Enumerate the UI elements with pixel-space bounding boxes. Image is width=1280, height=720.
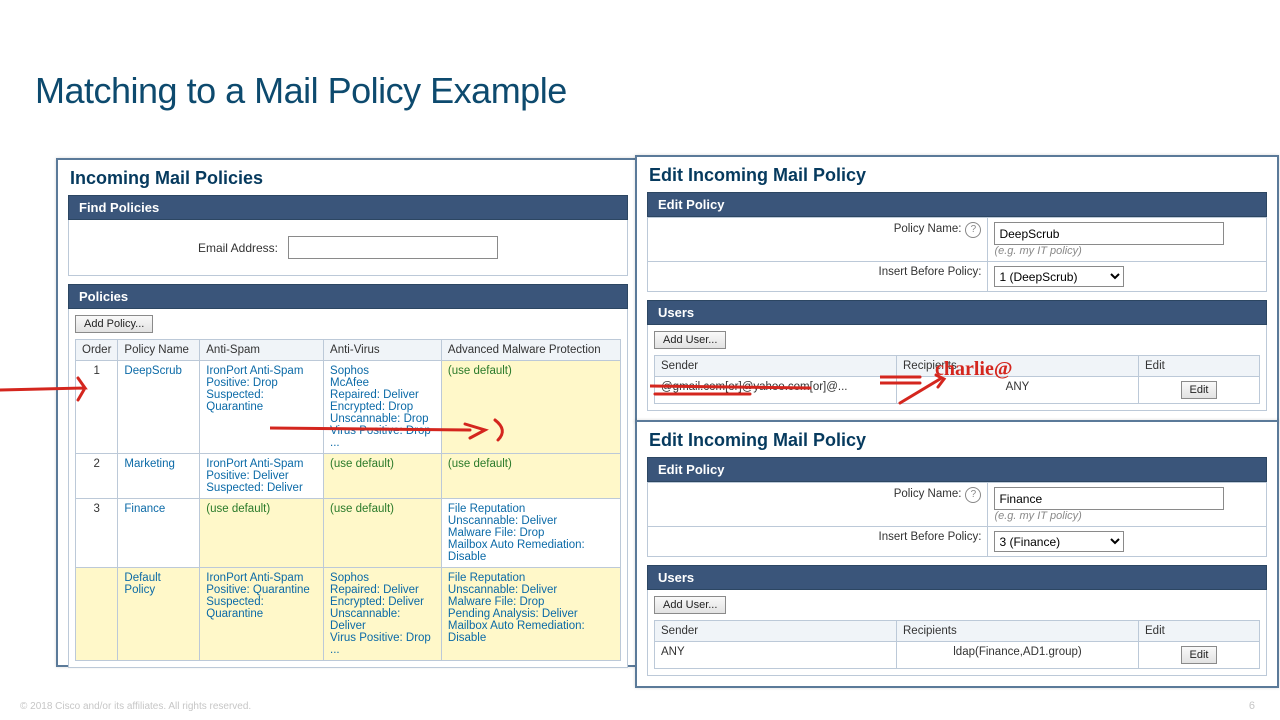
policy-name-link[interactable]: Default Policy: [124, 572, 160, 596]
footer-copyright: © 2018 Cisco and/or its affiliates. All …: [20, 701, 251, 712]
sender-col-header: Sender: [655, 621, 897, 642]
find-policies-bar: Find Policies: [68, 195, 628, 220]
page-number: 6: [1249, 700, 1255, 712]
table-row: Default Policy IronPort Anti-SpamPositive…: [76, 568, 621, 661]
table-cell: SophosMcAfeeRepaired: DeliverEncrypted: …: [324, 361, 442, 454]
policies-bar: Policies: [68, 284, 628, 309]
users-bar: Users: [647, 300, 1267, 325]
table-cell: File ReputationUnscannable: DeliverMalwa…: [441, 499, 620, 568]
email-address-label: Email Address:: [198, 241, 278, 255]
policies-table: OrderPolicy NameAnti-SpamAnti-VirusAdvan…: [75, 339, 621, 661]
table-cell: (use default): [441, 454, 620, 499]
sender-cell: @gmail.com[or]@yahoo.com[or]@...: [655, 377, 897, 404]
policy-name-link[interactable]: DeepScrub: [124, 365, 182, 377]
policy-name-hint: (e.g. my IT policy): [994, 245, 1081, 257]
column-header: Anti-Virus: [324, 340, 442, 361]
edit-policy-finance-panel: Edit Incoming Mail Policy Edit Policy Po…: [635, 420, 1279, 688]
edit-policy-finance-heading: Edit Incoming Mail Policy: [637, 422, 1277, 457]
policy-name-link[interactable]: Marketing: [124, 458, 175, 470]
policy-name-input[interactable]: [994, 487, 1224, 510]
policy-name-cell: Finance: [118, 499, 200, 568]
help-icon[interactable]: ?: [965, 222, 981, 238]
table-row: 1 DeepScrub IronPort Anti-SpamPositive: Dr…: [76, 361, 621, 454]
user-row: @gmail.com[or]@yahoo.com[or]@... ANY Edi…: [655, 377, 1260, 404]
order-cell: 2: [76, 454, 118, 499]
insert-before-select[interactable]: 1 (DeepScrub): [994, 266, 1124, 287]
policy-name-cell: DeepScrub: [118, 361, 200, 454]
sender-col-header: Sender: [655, 356, 897, 377]
edit-user-button[interactable]: Edit: [1181, 381, 1218, 399]
table-cell: SophosRepaired: DeliverEncrypted: Delive…: [324, 568, 442, 661]
table-cell: IronPort Anti-SpamPositive: DeliverSuspe…: [200, 454, 324, 499]
table-row: 2 Marketing IronPort Anti-SpamPositive: De…: [76, 454, 621, 499]
recipients-col-header: Recipients: [897, 621, 1139, 642]
email-address-input[interactable]: [288, 236, 498, 259]
column-header: Advanced Malware Protection: [441, 340, 620, 361]
add-user-button[interactable]: Add User...: [654, 331, 726, 349]
table-cell: (use default): [441, 361, 620, 454]
add-user-button[interactable]: Add User...: [654, 596, 726, 614]
edit-policy-bar: Edit Policy: [647, 457, 1267, 482]
policy-name-cell: Marketing: [118, 454, 200, 499]
recipients-cell: ldap(Finance,AD1.group): [897, 642, 1139, 669]
incoming-policies-heading: Incoming Mail Policies: [58, 160, 638, 195]
policy-name-cell: Default Policy: [118, 568, 200, 661]
table-cell: (use default): [324, 454, 442, 499]
edit-policy-deepscrub-heading: Edit Incoming Mail Policy: [637, 157, 1277, 192]
edit-policy-deepscrub-panel: Edit Incoming Mail Policy Edit Policy Po…: [635, 155, 1279, 423]
page-title: Matching to a Mail Policy Example: [35, 70, 567, 112]
sender-cell: ANY: [655, 642, 897, 669]
order-cell: 3: [76, 499, 118, 568]
table-cell: (use default): [200, 499, 324, 568]
policy-name-input[interactable]: [994, 222, 1224, 245]
policy-name-hint: (e.g. my IT policy): [994, 510, 1081, 522]
edit-policy-bar: Edit Policy: [647, 192, 1267, 217]
column-header: Anti-Spam: [200, 340, 324, 361]
table-cell: IronPort Anti-SpamPositive: DropSuspecte…: [200, 361, 324, 454]
help-icon[interactable]: ?: [965, 487, 981, 503]
insert-before-select[interactable]: 3 (Finance): [994, 531, 1124, 552]
edit-user-button[interactable]: Edit: [1181, 646, 1218, 664]
user-row: ANY ldap(Finance,AD1.group) Edit: [655, 642, 1260, 669]
table-cell: IronPort Anti-SpamPositive: QuarantineSu…: [200, 568, 324, 661]
incoming-policies-panel: Incoming Mail Policies Find Policies Ema…: [56, 158, 640, 667]
recipients-col-header: Recipients: [897, 356, 1139, 377]
table-cell: (use default): [324, 499, 442, 568]
insert-before-label: Insert Before Policy:: [879, 266, 982, 278]
policy-name-label: Policy Name:: [894, 223, 962, 235]
column-header: Policy Name: [118, 340, 200, 361]
edit-col-header: Edit: [1139, 621, 1260, 642]
policy-name-link[interactable]: Finance: [124, 503, 165, 515]
add-policy-button[interactable]: Add Policy...: [75, 315, 153, 333]
order-cell: 1: [76, 361, 118, 454]
users-bar: Users: [647, 565, 1267, 590]
order-cell: [76, 568, 118, 661]
policy-name-label: Policy Name:: [894, 488, 962, 500]
edit-col-header: Edit: [1139, 356, 1260, 377]
insert-before-label: Insert Before Policy:: [879, 531, 982, 543]
table-cell: File ReputationUnscannable: DeliverMalwa…: [441, 568, 620, 661]
table-row: 3Finance(use default)(use default)File R…: [76, 499, 621, 568]
recipients-cell: ANY: [897, 377, 1139, 404]
column-header: Order: [76, 340, 118, 361]
